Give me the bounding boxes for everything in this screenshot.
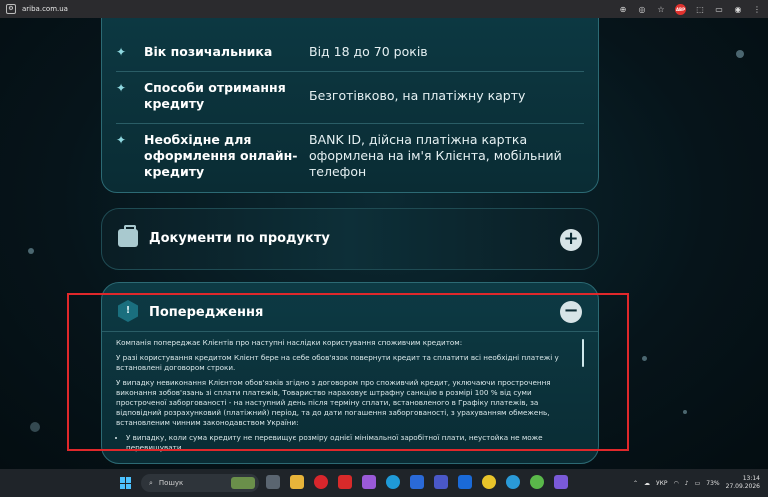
expand-button[interactable]: + xyxy=(560,229,582,251)
background-dot xyxy=(683,410,687,414)
clock-date: 27.09.2026 xyxy=(725,483,760,490)
background-dot xyxy=(736,50,744,58)
divider xyxy=(116,123,584,124)
copilot-icon[interactable] xyxy=(362,475,376,489)
store-icon[interactable] xyxy=(410,475,424,489)
browser-toolbar: ⚙ ariba.com.ua ⊕ ◎ ☆ ABP ⬚ ▭ ◉ ⋮ xyxy=(0,0,768,18)
app-l-icon[interactable] xyxy=(338,475,352,489)
detail-value: BANK ID, дійсна платіжна картка оформлен… xyxy=(309,132,562,179)
detail-value: Від 18 до 70 років xyxy=(309,44,428,59)
detail-label: Вік позичальника xyxy=(144,44,273,59)
viber-icon[interactable] xyxy=(554,475,568,489)
zoom-icon[interactable]: ⊕ xyxy=(618,4,628,14)
documents-accordion[interactable]: Документи по продукту + xyxy=(101,208,599,270)
loan-details-card: ✦ Вік позичальника Від 18 до 70 років ✦ … xyxy=(101,18,599,193)
battery-level: 73% xyxy=(706,479,720,487)
opera-icon[interactable] xyxy=(314,475,328,489)
system-tray: ⌃ ☁ УКР ◠ ♪ ▭ 73% 13:14 27.09.2026 xyxy=(633,469,760,497)
edge-icon[interactable] xyxy=(386,475,400,489)
detail-row-age: ✦ Вік позичальника Від 18 до 70 років xyxy=(116,44,584,60)
tracking-prevention-icon[interactable]: ◎ xyxy=(637,4,647,14)
sparkle-icon: ✦ xyxy=(116,45,127,59)
detail-label: Необхідне для оформлення онлайн-кредиту xyxy=(144,132,298,179)
clock-time: 13:14 xyxy=(742,475,760,482)
search-highlight-image xyxy=(231,477,255,489)
task-view-icon[interactable] xyxy=(266,475,280,489)
briefcase-icon xyxy=(118,225,138,247)
file-explorer-icon[interactable] xyxy=(290,475,304,489)
wifi-icon[interactable]: ◠ xyxy=(674,480,679,487)
highlight-annotation xyxy=(67,293,629,451)
background-dot xyxy=(642,356,647,361)
detail-row-methods: ✦ Способи отримання кредиту Безготівково… xyxy=(116,80,584,112)
tray-chevron-icon[interactable]: ⌃ xyxy=(633,480,638,487)
language-indicator[interactable]: УКР xyxy=(656,480,668,487)
search-placeholder: Пошук xyxy=(158,479,184,487)
sparkle-icon: ✦ xyxy=(116,133,127,147)
divider xyxy=(116,71,584,72)
extensions-icon[interactable]: ⬚ xyxy=(695,4,705,14)
dropbox-icon[interactable] xyxy=(458,475,472,489)
background-dot xyxy=(28,248,34,254)
teams-icon[interactable] xyxy=(434,475,448,489)
detail-row-requirements: ✦ Необхідне для оформлення онлайн-кредит… xyxy=(116,132,584,180)
sparkle-icon: ✦ xyxy=(116,81,127,95)
windows-taskbar: ⌕ Пошук ⌃ ☁ УКР ◠ ♪ ▭ 73% 13:14 27.09.20… xyxy=(0,469,768,497)
start-icon[interactable] xyxy=(120,477,132,489)
detail-label: Способи отримання кредиту xyxy=(144,80,286,111)
clock[interactable]: 13:14 27.09.2026 xyxy=(726,475,760,491)
adblock-extension-icon[interactable]: ABP xyxy=(675,3,686,15)
battery-icon[interactable]: ▭ xyxy=(695,480,701,487)
telegram-icon[interactable] xyxy=(506,475,520,489)
menu-icon[interactable]: ⋮ xyxy=(752,4,762,14)
cloud-icon[interactable]: ☁ xyxy=(644,480,650,487)
profile-icon[interactable]: ◉ xyxy=(733,4,743,14)
taskbar-search[interactable]: ⌕ Пошук xyxy=(141,474,259,492)
address-bar-url[interactable]: ariba.com.ua xyxy=(22,5,68,13)
search-icon: ⌕ xyxy=(149,478,153,487)
bookmark-star-icon[interactable]: ☆ xyxy=(656,4,666,14)
site-settings-icon[interactable]: ⚙ xyxy=(6,4,16,14)
chrome-icon[interactable] xyxy=(482,475,496,489)
background-dot xyxy=(30,422,40,432)
detail-value: Безготівково, на платіжну карту xyxy=(309,88,526,103)
accordion-title: Документи по продукту xyxy=(149,231,330,246)
sidebar-icon[interactable]: ▭ xyxy=(714,4,724,14)
app-green-icon[interactable] xyxy=(530,475,544,489)
volume-icon[interactable]: ♪ xyxy=(685,480,689,487)
